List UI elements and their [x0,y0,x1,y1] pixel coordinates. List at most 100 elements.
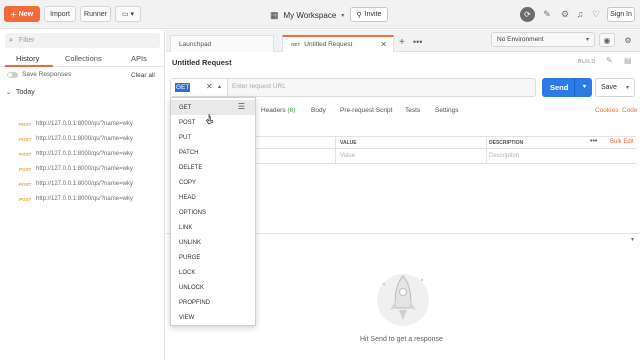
environment-select[interactable]: No Environment ▾ [491,32,595,47]
column-header-description: DESCRIPTION [489,140,524,146]
tab-apis[interactable]: APIs [131,54,147,63]
save-responses-toggle[interactable]: Save Responses [7,71,71,78]
new-window-button[interactable]: ▭ ▾ [115,6,141,22]
method-option-link[interactable]: LINK [171,220,255,235]
option-label: POST [179,119,196,126]
invite-button[interactable]: ⚲ Invite [350,7,388,22]
history-url: http://127.0.0.1:8000/qs/?name=wky [36,136,133,142]
chevron-up-icon: ▴ [218,84,222,90]
tab-history[interactable]: History [16,54,39,63]
eye-icon: ◉ [603,35,611,45]
history-url: http://127.0.0.1:8000/qs/?name=wky [36,121,133,127]
column-divider [335,137,336,148]
tab-body[interactable]: Body [311,107,326,114]
top-toolbar: + New Import Runner ▭ ▾ ▦ My Workspace ▾… [0,0,640,29]
column-divider [486,149,487,163]
manage-environments-button[interactable]: ⚙ [620,33,636,47]
edit-icon[interactable]: ✎ [606,56,613,65]
divider [574,78,575,97]
heart-icon[interactable]: ♡ [589,7,603,21]
search-icon: ⌕ [9,36,13,44]
chevron-down-icon[interactable]: ▾ [631,236,634,243]
documentation-icon[interactable]: ▤ [624,56,632,65]
chevron-down-icon[interactable]: ▾ [626,84,629,91]
tab-launchpad[interactable]: Launchpad [170,35,274,52]
window-icon: ▭ ▾ [121,11,135,18]
request-tabs-bar: Launchpad GET Untitled Request ✕ + ••• N… [166,30,640,52]
group-label: Today [16,89,35,96]
tab-untitled-request[interactable]: GET Untitled Request ✕ [282,35,394,52]
mouse-cursor-icon [206,113,214,125]
clear-icon[interactable]: ✕ [206,82,213,91]
option-label: UNLINK [179,239,202,246]
save-button[interactable]: Save ▾ [595,78,635,97]
method-option-head[interactable]: HEAD [171,190,255,205]
history-item[interactable]: POST http://127.0.0.1:8000/qs/?name=wky [19,133,159,145]
history-item[interactable]: POST http://127.0.0.1:8000/qs/?name=wky [19,148,159,160]
method-badge: POST [19,121,32,127]
more-options-icon[interactable]: ••• [590,138,597,145]
plus-icon: + [10,9,16,19]
clear-all-button[interactable]: Clear all [131,72,155,79]
method-option-patch[interactable]: PATCH [171,145,255,160]
tab-settings[interactable]: Settings [435,107,459,114]
value-input[interactable]: Value [340,153,355,159]
description-input[interactable]: Description [489,153,519,159]
method-option-unlock[interactable]: UNLOCK [171,280,255,295]
method-option-unlink[interactable]: UNLINK [171,235,255,250]
history-url: http://127.0.0.1:8000/qs/?name=wky [36,166,133,172]
satellite-icon[interactable]: ✎ [540,7,554,21]
grid-icon: ▦ [270,9,279,20]
method-option-view[interactable]: VIEW [171,310,255,325]
history-item[interactable]: POST http://127.0.0.1:8000/qs/?name=wky [19,118,159,130]
method-select[interactable]: GET ✕ ▴ [171,79,228,96]
option-label: UNLOCK [179,284,205,291]
method-option-delete[interactable]: DELETE [171,160,255,175]
runner-button[interactable]: Runner [80,6,111,22]
sync-icon[interactable]: ⟳ [520,7,535,22]
import-button[interactable]: Import [44,6,76,22]
toggle-switch[interactable] [7,71,18,78]
bell-icon[interactable]: ♫ [573,7,587,21]
history-group-today[interactable]: ⌄ Today [6,89,35,96]
history-item[interactable]: POST http://127.0.0.1:8000/qs/?name=wky [19,163,159,175]
close-icon[interactable]: ✕ [380,40,387,49]
option-label: LINK [179,224,193,231]
method-option-copy[interactable]: COPY [171,175,255,190]
method-option-put[interactable]: PUT [171,130,255,145]
option-label: VIEW [179,314,195,321]
settings-gear-icon[interactable]: ⚙ [558,7,572,21]
new-button[interactable]: + New [4,6,40,22]
chevron-down-icon: ▾ [341,12,345,19]
method-option-purge[interactable]: PURGE [171,250,255,265]
sign-in-button[interactable]: Sign In [607,7,635,22]
tab-headers[interactable]: Headers (6) [261,107,295,114]
chevron-down-icon[interactable]: ▾ [583,83,586,90]
tab-pre-request-script[interactable]: Pre-request Script [340,107,392,114]
method-option-lock[interactable]: LOCK [171,265,255,280]
option-label: OPTIONS [179,209,207,216]
request-title[interactable]: Untitled Request [172,58,232,67]
workspace-switcher[interactable]: ▦ My Workspace ▾ [270,8,344,22]
send-button[interactable]: Send ▾ [542,78,592,97]
history-item[interactable]: POST http://127.0.0.1:8000/qs/?name=wky [19,193,159,205]
tab-tests[interactable]: Tests [405,107,420,114]
history-url: http://127.0.0.1:8000/qs/?name=wky [36,151,133,157]
chevron-down-icon: ⌄ [6,90,12,96]
code-link[interactable]: Code [622,107,638,114]
more-tabs-icon[interactable]: ••• [413,37,422,47]
method-badge: POST [19,136,32,142]
environment-quick-look-button[interactable]: ◉ [599,33,615,47]
column-header-value: VALUE [340,140,357,146]
method-option-propfind[interactable]: PROPFIND [171,295,255,310]
url-input[interactable]: Enter request URL [232,83,286,90]
tab-collections[interactable]: Collections [65,54,102,63]
method-value: GET [175,83,191,92]
bulk-edit-link[interactable]: Bulk Edit [610,139,634,145]
add-tab-button[interactable]: + [399,37,405,48]
method-option-options[interactable]: OPTIONS [171,205,255,220]
filter-input[interactable]: ⌕ Filter [5,33,160,48]
cookies-link[interactable]: Cookies [595,107,618,114]
option-label: COPY [179,179,197,186]
history-item[interactable]: POST http://127.0.0.1:8000/qs/?name=wky [19,178,159,190]
